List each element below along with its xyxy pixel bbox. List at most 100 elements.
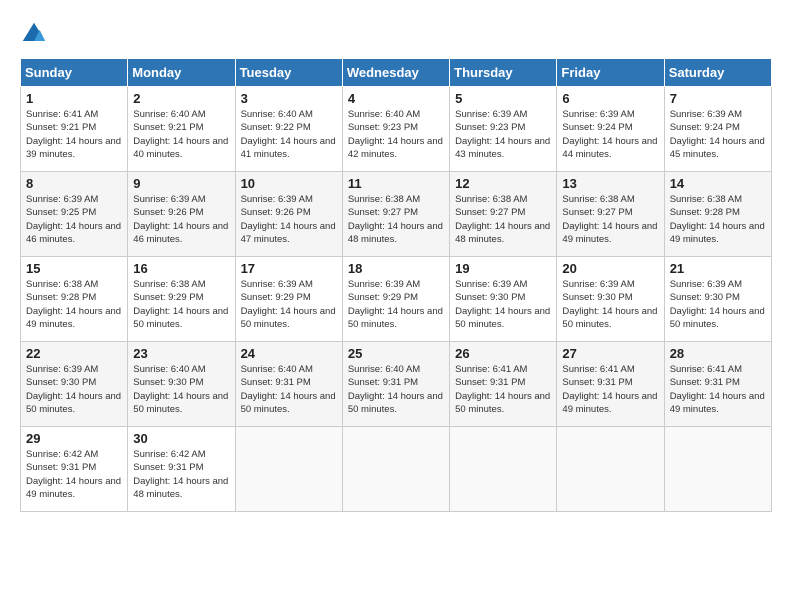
day-number: 12 xyxy=(455,176,551,191)
calendar-header-tuesday: Tuesday xyxy=(235,59,342,87)
calendar-cell: 17Sunrise: 6:39 AMSunset: 9:29 PMDayligh… xyxy=(235,257,342,342)
day-number: 19 xyxy=(455,261,551,276)
calendar-cell: 30 Sunrise: 6:42 AMSunset: 9:31 PMDayligh… xyxy=(128,427,235,512)
day-number: 6 xyxy=(562,91,658,106)
day-info: Sunrise: 6:41 AMSunset: 9:31 PMDaylight:… xyxy=(670,363,766,416)
calendar-week-3: 15 Sunrise: 6:38 AMSunset: 9:28 PMDayligh… xyxy=(21,257,772,342)
day-number: 26 xyxy=(455,346,551,361)
day-info: Sunrise: 6:41 AMSunset: 9:31 PMDaylight:… xyxy=(562,363,658,416)
day-number: 27 xyxy=(562,346,658,361)
day-info: Sunrise: 6:41 AMSunset: 9:21 PMDaylight:… xyxy=(26,108,122,161)
day-info: Sunrise: 6:39 AMSunset: 9:24 PMDaylight:… xyxy=(670,108,766,161)
day-info: Sunrise: 6:38 AMSunset: 9:28 PMDaylight:… xyxy=(26,278,122,331)
day-info: Sunrise: 6:42 AMSunset: 9:31 PMDaylight:… xyxy=(133,448,229,501)
day-number: 4 xyxy=(348,91,444,106)
day-info: Sunrise: 6:40 AMSunset: 9:22 PMDaylight:… xyxy=(241,108,337,161)
calendar-header-monday: Monday xyxy=(128,59,235,87)
day-number: 20 xyxy=(562,261,658,276)
calendar-cell: 6Sunrise: 6:39 AMSunset: 9:24 PMDaylight… xyxy=(557,87,664,172)
calendar-cell: 13 Sunrise: 6:38 AMSunset: 9:27 PMDayligh… xyxy=(557,172,664,257)
calendar-cell: 10Sunrise: 6:39 AMSunset: 9:26 PMDayligh… xyxy=(235,172,342,257)
day-number: 14 xyxy=(670,176,766,191)
day-number: 7 xyxy=(670,91,766,106)
day-number: 5 xyxy=(455,91,551,106)
day-info: Sunrise: 6:38 AMSunset: 9:27 PMDaylight:… xyxy=(562,193,658,246)
day-number: 16 xyxy=(133,261,229,276)
day-info: Sunrise: 6:39 AMSunset: 9:25 PMDaylight:… xyxy=(26,193,122,246)
day-info: Sunrise: 6:39 AMSunset: 9:23 PMDaylight:… xyxy=(455,108,551,161)
calendar-cell: 26Sunrise: 6:41 AMSunset: 9:31 PMDayligh… xyxy=(450,342,557,427)
calendar-cell xyxy=(235,427,342,512)
day-info: Sunrise: 6:42 AMSunset: 9:31 PMDaylight:… xyxy=(26,448,122,501)
calendar-header-friday: Friday xyxy=(557,59,664,87)
calendar-cell xyxy=(450,427,557,512)
day-number: 1 xyxy=(26,91,122,106)
day-number: 25 xyxy=(348,346,444,361)
calendar-cell: 20 Sunrise: 6:39 AMSunset: 9:30 PMDayligh… xyxy=(557,257,664,342)
calendar-cell: 9 Sunrise: 6:39 AMSunset: 9:26 PMDaylight… xyxy=(128,172,235,257)
calendar-cell: 29 Sunrise: 6:42 AMSunset: 9:31 PMDayligh… xyxy=(21,427,128,512)
day-number: 13 xyxy=(562,176,658,191)
day-info: Sunrise: 6:40 AMSunset: 9:21 PMDaylight:… xyxy=(133,108,229,161)
calendar-cell: 11 Sunrise: 6:38 AMSunset: 9:27 PMDayligh… xyxy=(342,172,449,257)
calendar-cell: 24Sunrise: 6:40 AMSunset: 9:31 PMDayligh… xyxy=(235,342,342,427)
day-number: 29 xyxy=(26,431,122,446)
calendar-cell: 14 Sunrise: 6:38 AMSunset: 9:28 PMDayligh… xyxy=(664,172,771,257)
day-number: 8 xyxy=(26,176,122,191)
day-number: 15 xyxy=(26,261,122,276)
calendar-cell: 15 Sunrise: 6:38 AMSunset: 9:28 PMDayligh… xyxy=(21,257,128,342)
day-info: Sunrise: 6:40 AMSunset: 9:23 PMDaylight:… xyxy=(348,108,444,161)
day-number: 9 xyxy=(133,176,229,191)
calendar-cell: 22 Sunrise: 6:39 AMSunset: 9:30 PMDayligh… xyxy=(21,342,128,427)
calendar-cell: 18 Sunrise: 6:39 AMSunset: 9:29 PMDayligh… xyxy=(342,257,449,342)
calendar-cell xyxy=(342,427,449,512)
day-number: 22 xyxy=(26,346,122,361)
day-info: Sunrise: 6:38 AMSunset: 9:27 PMDaylight:… xyxy=(348,193,444,246)
calendar-cell: 8 Sunrise: 6:39 AMSunset: 9:25 PMDaylight… xyxy=(21,172,128,257)
calendar-cell: 7 Sunrise: 6:39 AMSunset: 9:24 PMDaylight… xyxy=(664,87,771,172)
calendar-header-thursday: Thursday xyxy=(450,59,557,87)
day-info: Sunrise: 6:38 AMSunset: 9:29 PMDaylight:… xyxy=(133,278,229,331)
calendar-cell: 1 Sunrise: 6:41 AMSunset: 9:21 PMDaylight… xyxy=(21,87,128,172)
calendar-week-1: 1 Sunrise: 6:41 AMSunset: 9:21 PMDaylight… xyxy=(21,87,772,172)
calendar-cell: 23 Sunrise: 6:40 AMSunset: 9:30 PMDayligh… xyxy=(128,342,235,427)
day-number: 3 xyxy=(241,91,337,106)
day-info: Sunrise: 6:40 AMSunset: 9:31 PMDaylight:… xyxy=(241,363,337,416)
calendar-cell: 3 Sunrise: 6:40 AMSunset: 9:22 PMDaylight… xyxy=(235,87,342,172)
day-info: Sunrise: 6:39 AMSunset: 9:30 PMDaylight:… xyxy=(26,363,122,416)
day-number: 2 xyxy=(133,91,229,106)
day-info: Sunrise: 6:38 AMSunset: 9:28 PMDaylight:… xyxy=(670,193,766,246)
logo-icon xyxy=(20,20,48,48)
calendar-cell: 25 Sunrise: 6:40 AMSunset: 9:31 PMDayligh… xyxy=(342,342,449,427)
calendar-header-saturday: Saturday xyxy=(664,59,771,87)
day-info: Sunrise: 6:39 AMSunset: 9:26 PMDaylight:… xyxy=(241,193,337,246)
calendar-cell: 21 Sunrise: 6:39 AMSunset: 9:30 PMDayligh… xyxy=(664,257,771,342)
calendar-week-5: 29 Sunrise: 6:42 AMSunset: 9:31 PMDayligh… xyxy=(21,427,772,512)
day-number: 30 xyxy=(133,431,229,446)
day-number: 21 xyxy=(670,261,766,276)
calendar-header-sunday: Sunday xyxy=(21,59,128,87)
day-number: 11 xyxy=(348,176,444,191)
calendar-cell xyxy=(557,427,664,512)
day-number: 17 xyxy=(241,261,337,276)
calendar-cell: 5 Sunrise: 6:39 AMSunset: 9:23 PMDaylight… xyxy=(450,87,557,172)
day-info: Sunrise: 6:39 AMSunset: 9:29 PMDaylight:… xyxy=(348,278,444,331)
day-info: Sunrise: 6:40 AMSunset: 9:31 PMDaylight:… xyxy=(348,363,444,416)
day-info: Sunrise: 6:38 AMSunset: 9:27 PMDaylight:… xyxy=(455,193,551,246)
calendar-week-2: 8 Sunrise: 6:39 AMSunset: 9:25 PMDaylight… xyxy=(21,172,772,257)
logo xyxy=(20,20,52,48)
calendar-cell: 27 Sunrise: 6:41 AMSunset: 9:31 PMDayligh… xyxy=(557,342,664,427)
calendar-week-4: 22 Sunrise: 6:39 AMSunset: 9:30 PMDayligh… xyxy=(21,342,772,427)
day-number: 23 xyxy=(133,346,229,361)
day-info: Sunrise: 6:39 AMSunset: 9:30 PMDaylight:… xyxy=(670,278,766,331)
calendar-table: SundayMondayTuesdayWednesdayThursdayFrid… xyxy=(20,58,772,512)
day-info: Sunrise: 6:40 AMSunset: 9:30 PMDaylight:… xyxy=(133,363,229,416)
calendar-cell: 4 Sunrise: 6:40 AMSunset: 9:23 PMDaylight… xyxy=(342,87,449,172)
day-info: Sunrise: 6:39 AMSunset: 9:30 PMDaylight:… xyxy=(562,278,658,331)
calendar-header-wednesday: Wednesday xyxy=(342,59,449,87)
calendar-cell: 19Sunrise: 6:39 AMSunset: 9:30 PMDayligh… xyxy=(450,257,557,342)
day-info: Sunrise: 6:39 AMSunset: 9:26 PMDaylight:… xyxy=(133,193,229,246)
calendar-header-row: SundayMondayTuesdayWednesdayThursdayFrid… xyxy=(21,59,772,87)
day-number: 18 xyxy=(348,261,444,276)
calendar-cell: 28Sunrise: 6:41 AMSunset: 9:31 PMDayligh… xyxy=(664,342,771,427)
